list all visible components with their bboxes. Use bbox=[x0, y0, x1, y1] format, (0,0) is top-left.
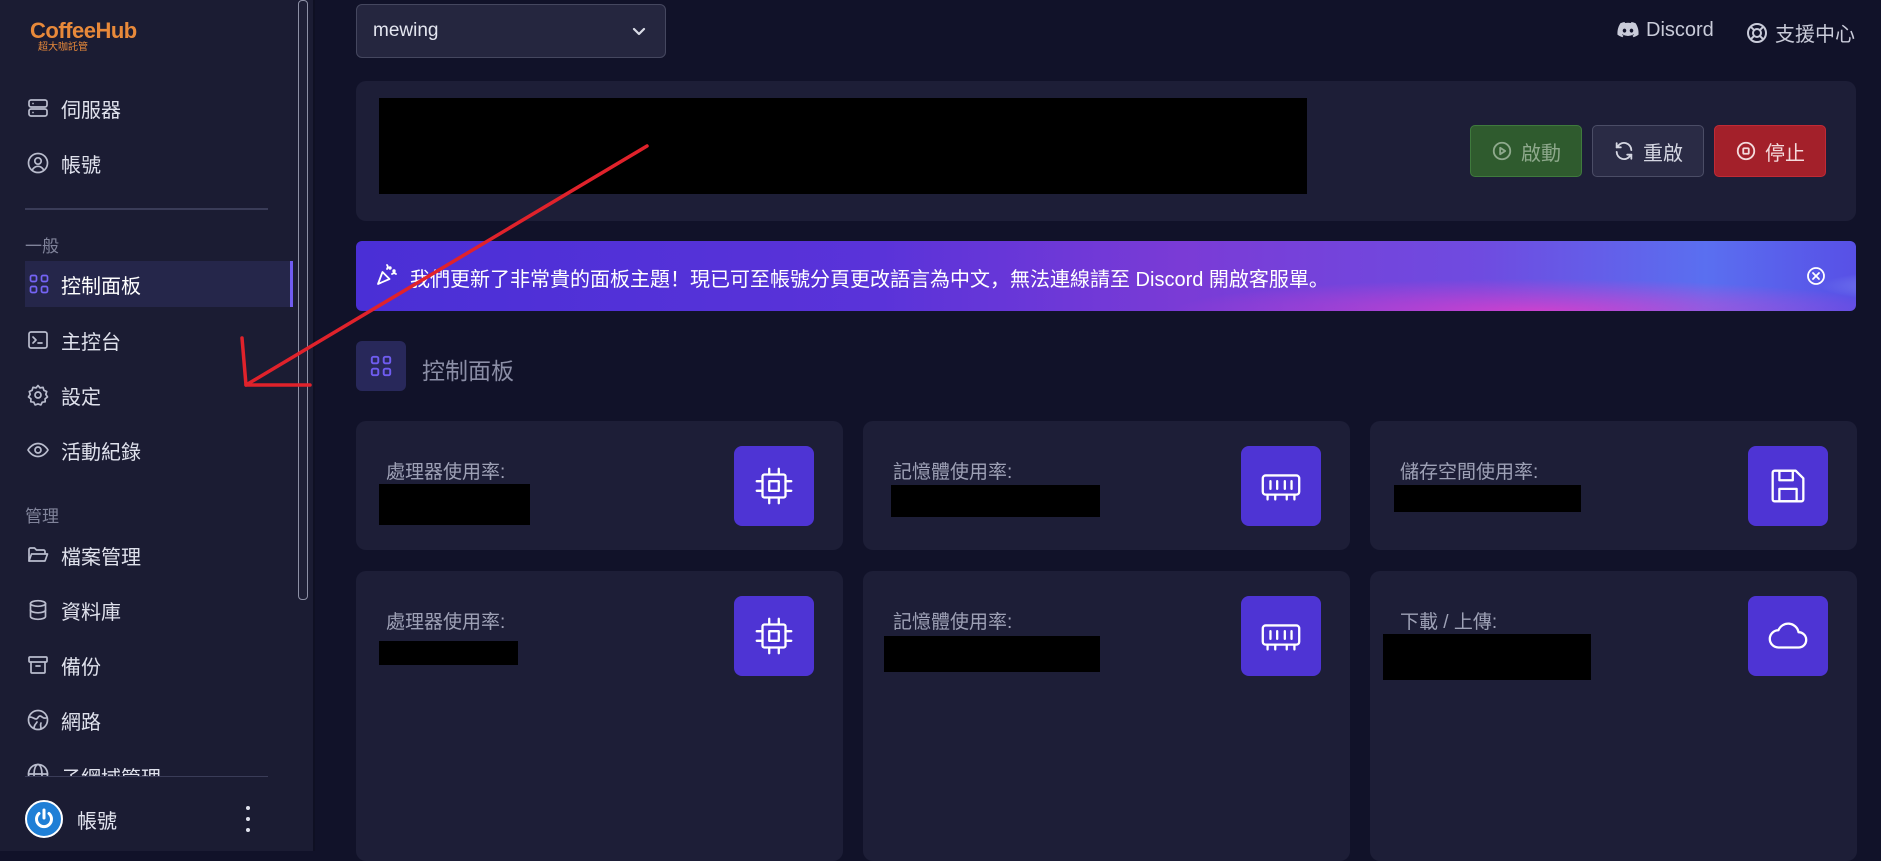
sidebar-item-activity[interactable]: 活動紀錄 bbox=[0, 427, 292, 473]
support-label: 支援中心 bbox=[1775, 24, 1855, 46]
sidebar-item-servers[interactable]: 伺服器 bbox=[0, 85, 292, 131]
redacted-value bbox=[891, 485, 1100, 517]
globe-network-icon bbox=[26, 708, 50, 732]
redacted-server-info bbox=[379, 98, 1307, 194]
sidebar-item-label: 主控台 bbox=[61, 331, 121, 354]
restart-label: 重啟 bbox=[1643, 142, 1683, 165]
stop-label: 停止 bbox=[1765, 142, 1805, 165]
stat-label: 下載 / 上傳: bbox=[1400, 612, 1498, 633]
sidebar-item-label: 備份 bbox=[61, 656, 101, 679]
sidebar-item-files[interactable]: 檔案管理 bbox=[0, 532, 292, 578]
server-select-value: mewing bbox=[373, 20, 439, 41]
user-menu[interactable]: 帳號 bbox=[25, 798, 255, 840]
sidebar-item-settings[interactable]: 設定 bbox=[0, 372, 292, 418]
cloud-icon bbox=[1748, 596, 1828, 676]
sidebar-footer-divider bbox=[25, 776, 268, 777]
discord-icon bbox=[1617, 22, 1639, 38]
redacted-value bbox=[379, 484, 530, 525]
redacted-value bbox=[1394, 485, 1581, 512]
database-icon bbox=[26, 598, 50, 622]
dashboard-icon bbox=[356, 341, 406, 391]
restart-button[interactable]: 重啟 bbox=[1592, 125, 1704, 177]
banner-text: 我們更新了非常貴的面板主題！現已可至帳號分頁更改語言為中文，無法連線請至 Dis… bbox=[410, 269, 1329, 291]
sidebar-item-label: 活動紀錄 bbox=[61, 441, 141, 464]
chevron-down-icon bbox=[631, 23, 647, 39]
archive-icon bbox=[26, 653, 50, 677]
sidebar-edge bbox=[313, 0, 315, 851]
announcement-banner: 我們更新了非常貴的面板主題！現已可至帳號分頁更改語言為中文，無法連線請至 Dis… bbox=[356, 241, 1856, 311]
sidebar-item-label: 網路 bbox=[61, 711, 101, 734]
server-icon bbox=[26, 96, 50, 120]
memory-icon bbox=[1241, 446, 1321, 526]
sidebar-item-label: 控制面板 bbox=[61, 275, 141, 298]
sidebar-item-dashboard[interactable]: 控制面板 bbox=[25, 261, 293, 307]
sidebar-item-label: 帳號 bbox=[61, 154, 101, 177]
sidebar-item-label: 伺服器 bbox=[61, 99, 121, 122]
cpu-icon bbox=[734, 446, 814, 526]
brand-subtitle: 超大咖託管 bbox=[38, 42, 88, 53]
more-vertical-icon[interactable] bbox=[243, 806, 253, 832]
stat-label: 記憶體使用率: bbox=[893, 612, 1013, 633]
sidebar-item-label: 檔案管理 bbox=[61, 546, 141, 569]
sidebar-item-subdomains[interactable]: 子網域管理 bbox=[0, 752, 292, 776]
power-icon bbox=[35, 808, 53, 829]
cpu-icon bbox=[734, 596, 814, 676]
party-popper-icon bbox=[374, 263, 398, 287]
sidebar: CoffeeHub 超大咖託管 伺服器 帳號 一般 控制面板 主控台 設定 活動… bbox=[0, 0, 313, 851]
sidebar-item-database[interactable]: 資料庫 bbox=[0, 587, 292, 633]
sidebar-item-label: 資料庫 bbox=[61, 601, 121, 624]
sidebar-item-account[interactable]: 帳號 bbox=[0, 140, 292, 186]
stat-card-network: 下載 / 上傳: bbox=[1370, 571, 1857, 861]
discord-label: Discord bbox=[1646, 18, 1714, 41]
close-icon[interactable] bbox=[1806, 266, 1826, 286]
stat-label: 處理器使用率: bbox=[386, 612, 506, 633]
stop-button[interactable]: 停止 bbox=[1714, 125, 1826, 177]
sidebar-item-label: 設定 bbox=[61, 386, 101, 409]
user-circle-icon bbox=[26, 151, 50, 175]
discord-link[interactable]: Discord bbox=[1616, 18, 1714, 42]
sidebar-item-backup[interactable]: 備份 bbox=[0, 642, 292, 688]
play-circle-icon bbox=[1492, 141, 1512, 161]
sidebar-scrollbar[interactable] bbox=[298, 0, 308, 600]
stat-label: 記憶體使用率: bbox=[893, 462, 1013, 483]
folder-icon bbox=[26, 543, 50, 567]
support-link[interactable]: 支援中心 bbox=[1745, 18, 1855, 47]
globe-icon bbox=[26, 762, 50, 776]
eye-icon bbox=[26, 438, 50, 462]
gear-icon bbox=[26, 383, 50, 407]
refresh-icon bbox=[1615, 142, 1633, 160]
terminal-icon bbox=[26, 328, 50, 352]
stat-card-cpu-2: 處理器使用率: bbox=[356, 571, 843, 861]
start-label: 啟動 bbox=[1521, 142, 1561, 165]
stat-label: 儲存空間使用率: bbox=[1400, 462, 1539, 483]
section-title-general: 一般 bbox=[25, 237, 59, 256]
brand-logo[interactable]: CoffeeHub 超大咖託管 bbox=[30, 20, 137, 54]
redacted-value bbox=[379, 641, 518, 665]
lifebuoy-icon bbox=[1747, 22, 1767, 43]
memory-icon bbox=[1241, 596, 1321, 676]
sidebar-item-console[interactable]: 主控台 bbox=[0, 317, 292, 363]
sidebar-divider bbox=[25, 208, 268, 210]
avatar bbox=[25, 800, 63, 838]
server-select[interactable]: mewing bbox=[356, 4, 666, 58]
page-title: 控制面板 bbox=[422, 358, 514, 384]
dashboard-icon bbox=[27, 272, 51, 296]
stat-label: 處理器使用率: bbox=[386, 462, 506, 483]
section-title-manage: 管理 bbox=[25, 507, 59, 526]
stat-card-memory-2: 記憶體使用率: bbox=[863, 571, 1350, 861]
user-name: 帳號 bbox=[77, 810, 117, 833]
sidebar-item-label: 子網域管理 bbox=[61, 762, 161, 776]
redacted-value bbox=[884, 636, 1100, 672]
brand-name: CoffeeHub bbox=[30, 18, 137, 43]
start-button[interactable]: 啟動 bbox=[1470, 125, 1582, 177]
stop-circle-icon bbox=[1736, 141, 1756, 161]
redacted-value bbox=[1383, 634, 1591, 680]
save-icon bbox=[1748, 446, 1828, 526]
sidebar-item-network[interactable]: 網路 bbox=[0, 697, 292, 743]
